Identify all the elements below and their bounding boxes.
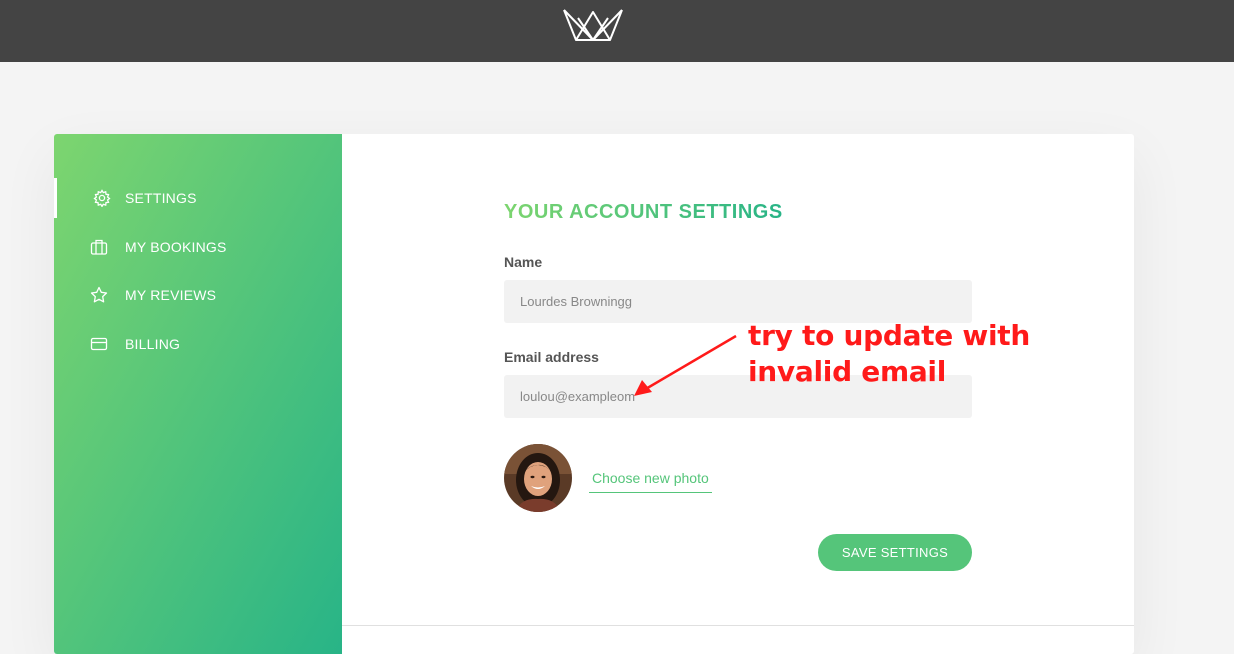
top-navigation-bar — [0, 0, 1234, 62]
avatar — [504, 444, 572, 512]
sidebar-item-my-reviews[interactable]: My reviews — [54, 275, 342, 315]
annotation-line-1: try to update with — [748, 319, 1030, 352]
name-input[interactable] — [504, 280, 972, 323]
annotation-line-2: invalid email — [748, 355, 947, 388]
choose-photo-link[interactable]: Choose new photo — [589, 470, 712, 493]
gear-icon — [93, 189, 111, 207]
save-settings-button[interactable]: Save settings — [818, 534, 972, 571]
crown-logo-icon[interactable] — [562, 8, 624, 42]
star-icon — [90, 286, 108, 303]
sidebar-item-label: Settings — [125, 190, 197, 206]
sidebar-item-settings[interactable]: Settings — [54, 178, 342, 218]
page-title: Your account settings — [504, 201, 783, 223]
sidebar-item-my-bookings[interactable]: My bookings — [54, 227, 342, 267]
divider — [342, 625, 1134, 626]
sidebar-item-billing[interactable]: Billing — [54, 324, 342, 364]
email-label: Email address — [504, 349, 599, 365]
sidebar-item-label: My bookings — [125, 239, 227, 255]
account-card: Settings My bookings My reviews — [54, 134, 1134, 654]
sidebar-item-label: My reviews — [125, 287, 217, 303]
annotation-text: try to update with invalid email — [748, 318, 1048, 390]
credit-card-icon — [90, 337, 108, 351]
user-photo-icon — [504, 444, 572, 512]
name-label: Name — [504, 254, 543, 270]
annotation-arrow-icon — [634, 334, 737, 396]
briefcase-icon — [90, 239, 108, 255]
sidebar: Settings My bookings My reviews — [54, 134, 342, 654]
sidebar-item-label: Billing — [125, 336, 181, 352]
